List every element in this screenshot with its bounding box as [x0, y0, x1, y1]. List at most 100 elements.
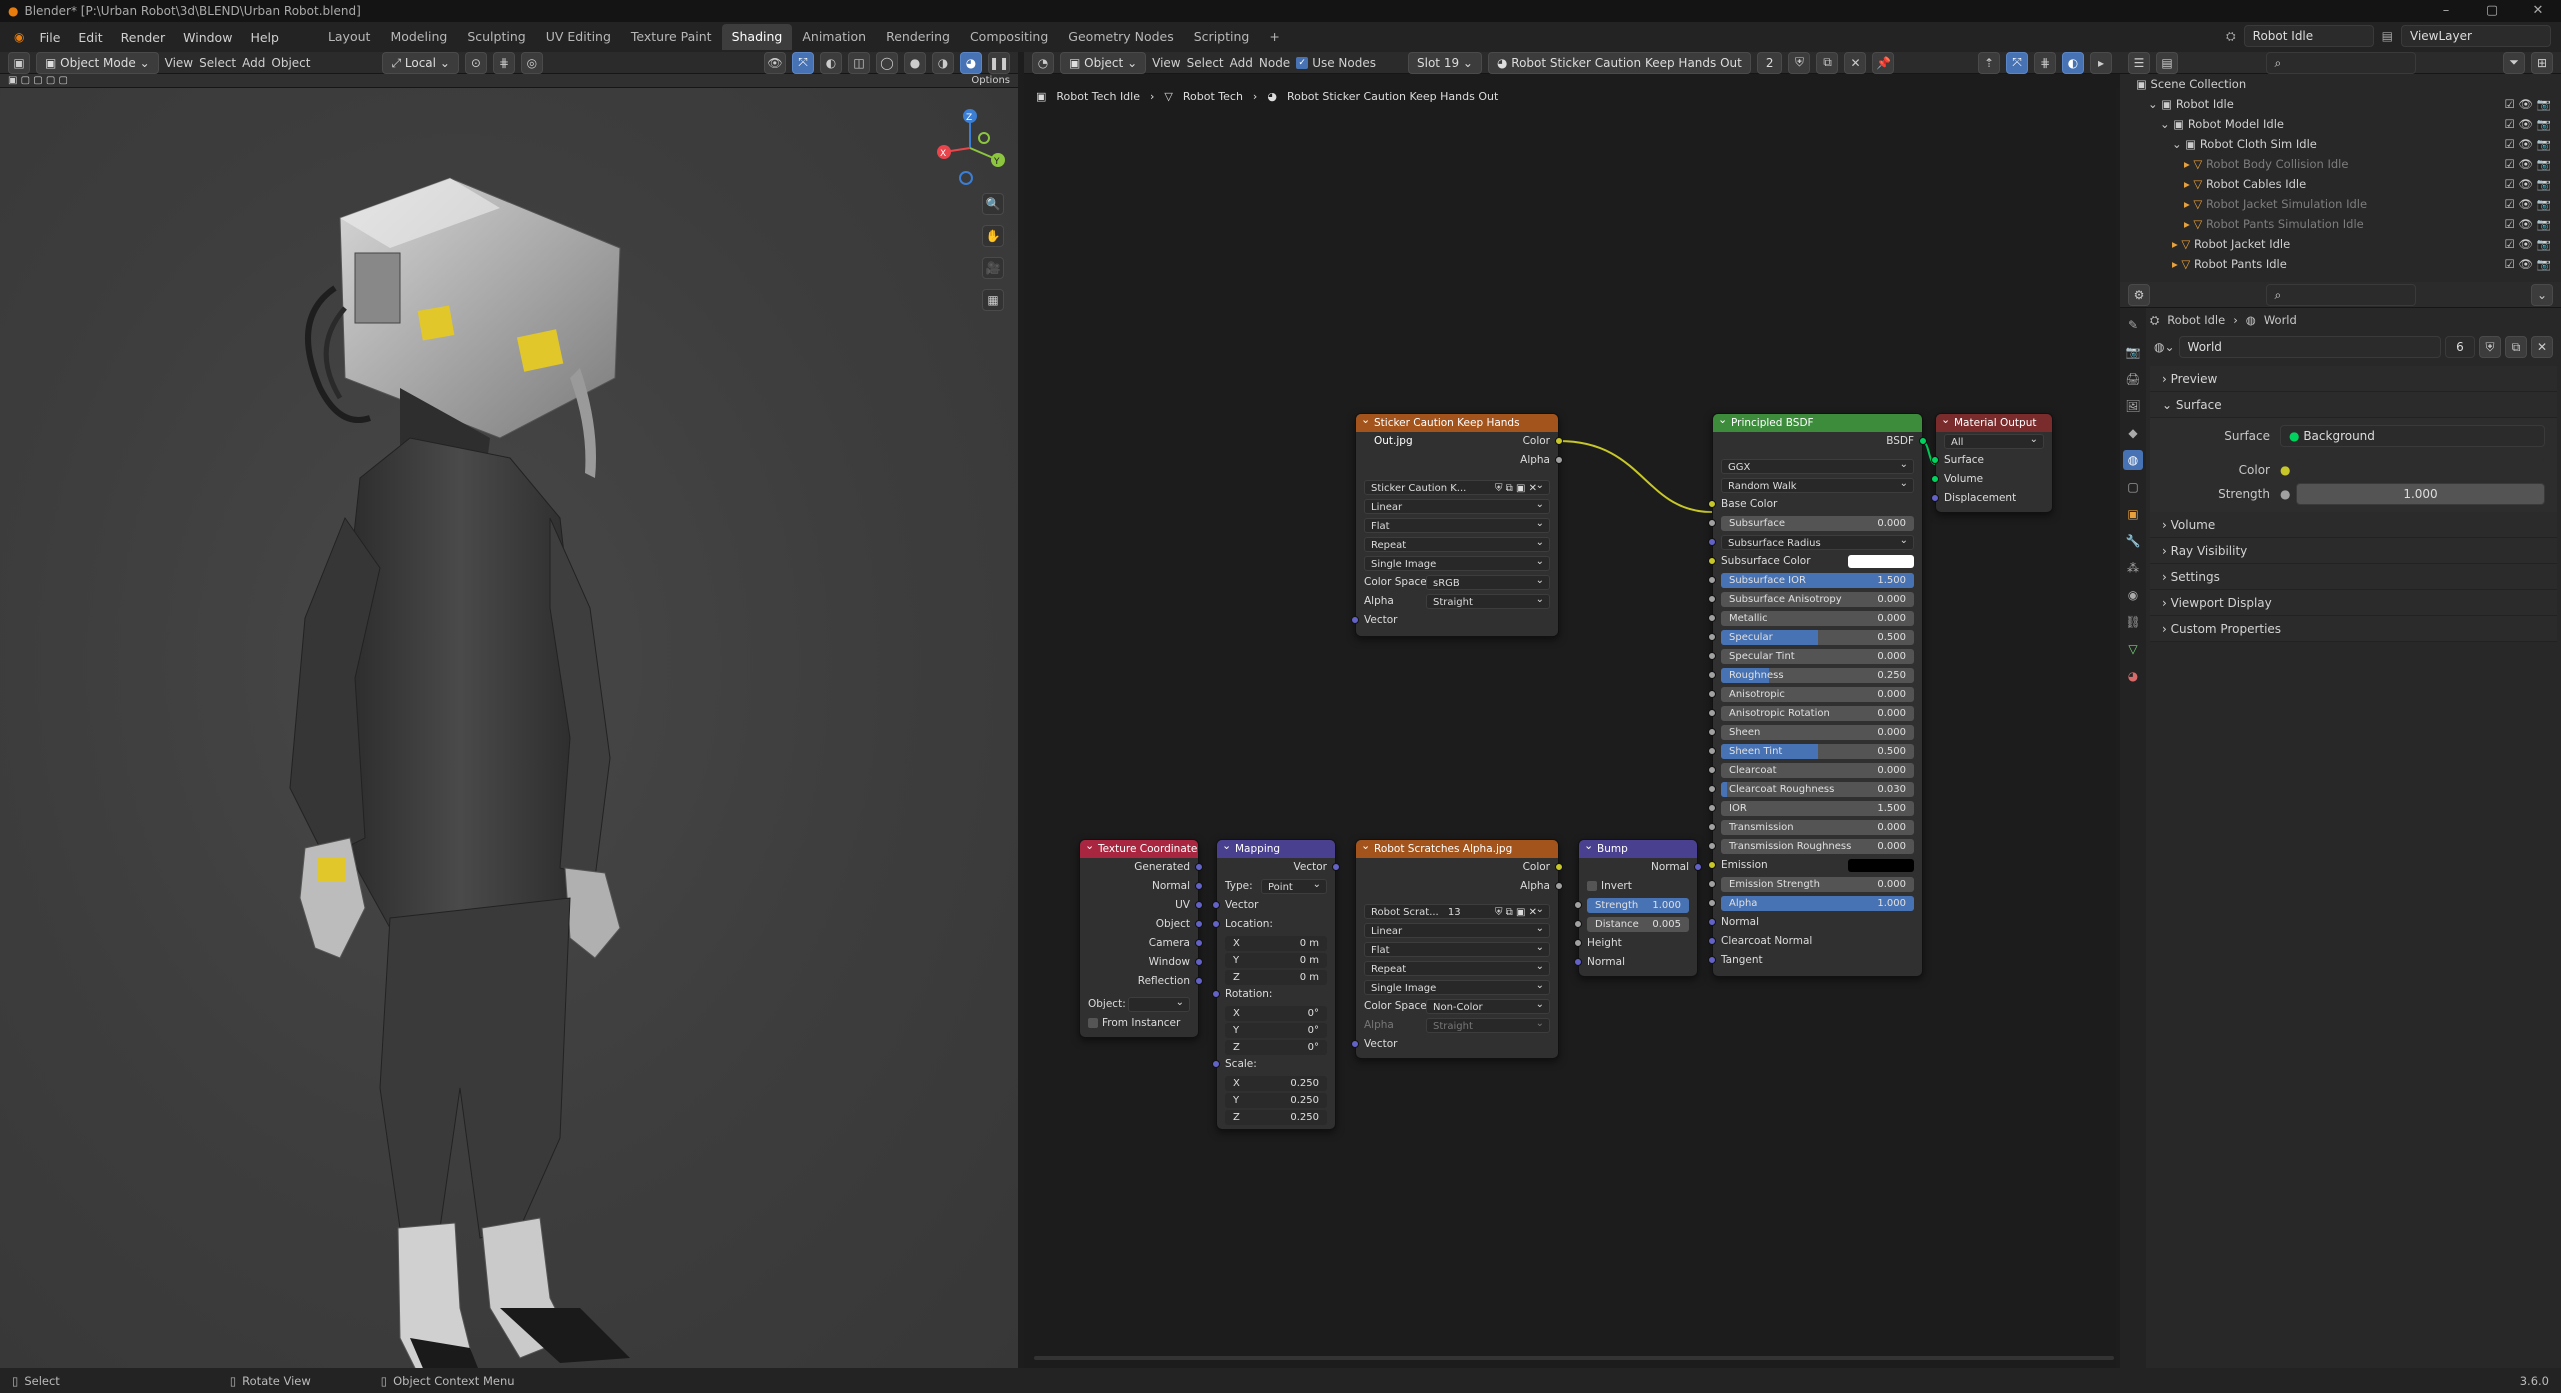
source-dropdown[interactable]: Single Image — [1356, 554, 1558, 573]
node-menu-node[interactable]: Node — [1259, 56, 1290, 70]
node-header[interactable]: Texture Coordinate — [1080, 837, 1198, 858]
bsdf-input-row[interactable]: Emission — [1708, 856, 1922, 875]
visibility-toggles[interactable]: ☑ 👁 📷 — [2504, 134, 2551, 154]
node-menu-view[interactable]: View — [1152, 56, 1180, 70]
bsdf-input-row[interactable]: Anisotropic 0.000 — [1708, 685, 1922, 704]
strength-field[interactable]: 1.000 — [2296, 483, 2545, 505]
extension-dropdown[interactable]: Repeat — [1356, 959, 1558, 978]
world-name-field[interactable]: World — [2178, 336, 2441, 358]
modifier-tab-icon[interactable]: 🔧 — [2123, 531, 2143, 551]
panel-viewport-display[interactable]: › Viewport Display — [2150, 590, 2557, 616]
node-header[interactable]: Mapping — [1217, 837, 1335, 858]
image-selector[interactable]: Sticker Caution K... ⛨ ⧉ ▣ ✕ — [1356, 478, 1558, 497]
horizontal-scrollbar[interactable] — [1034, 1356, 2114, 1360]
projection-dropdown[interactable]: Flat — [1356, 940, 1558, 959]
mapping-rotation-field[interactable]: Z 0° — [1217, 1038, 1335, 1055]
snap-icon[interactable]: ⋕ — [492, 51, 515, 74]
panel-preview[interactable]: › Preview — [2150, 366, 2557, 392]
bsdf-input-row[interactable]: Subsurface Radius — [1708, 533, 1922, 552]
alpha-dropdown[interactable]: Straight — [1426, 1016, 1550, 1033]
view-layer-selector[interactable]: ViewLayer — [2401, 25, 2551, 47]
node-menu-add[interactable]: Add — [1230, 56, 1253, 70]
tab-geometry-nodes[interactable]: Geometry Nodes — [1058, 24, 1183, 50]
outliner-item[interactable]: ▸ ▽ Robot Cables Idle ☑ 👁 📷 — [2120, 174, 2561, 194]
solid-shading-icon[interactable]: ● — [904, 51, 926, 74]
panel-ray-visibility[interactable]: › Ray Visibility — [2150, 538, 2557, 564]
visibility-toggles[interactable]: ☑ 👁 📷 — [2504, 114, 2551, 134]
visibility-toggles[interactable]: ☑ 👁 📷 — [2504, 234, 2551, 254]
outliner-item[interactable]: ⌄ ▣ Robot Idle ☑ 👁 📷 — [2120, 94, 2561, 114]
pin-icon[interactable]: 📌 — [1872, 51, 1895, 74]
outliner[interactable]: ▣ Scene Collection ⌄ ▣ Robot Idle ☑ 👁 📷 ⌄ … — [2120, 74, 2561, 282]
bsdf-input-row[interactable]: Specular Tint 0.000 — [1708, 647, 1922, 666]
editor-type-icon[interactable]: ⚙ — [2128, 283, 2150, 306]
add-workspace-icon[interactable]: + — [1259, 24, 1289, 50]
world-users-count[interactable]: 6 — [2445, 336, 2475, 358]
target-dropdown[interactable]: All — [1936, 432, 2052, 451]
outliner-item[interactable]: ▸ ▽ Robot Body Collision Idle ☑ 👁 📷 — [2120, 154, 2561, 174]
transform-orientation-selector[interactable]: ⤢ Local ⌄ — [382, 51, 459, 74]
node-mapping[interactable]: Mapping Vector Type: Point Vector Locatio… — [1212, 837, 1340, 1130]
scene-selector[interactable]: Robot Idle — [2243, 25, 2374, 47]
close-window-button[interactable]: ✕ — [2515, 0, 2561, 22]
viewport-menu-select[interactable]: Select — [199, 56, 236, 70]
unlink-world-icon[interactable]: ✕ — [2531, 336, 2553, 358]
bsdf-input-row[interactable]: Transmission 0.000 — [1708, 818, 1922, 837]
bsdf-input-row[interactable]: Clearcoat 0.000 — [1708, 761, 1922, 780]
maximize-button[interactable]: ▢ — [2469, 0, 2515, 22]
shader-node-editor[interactable]: ▣ Robot Tech Idle › ▽ Robot Tech › ◕ Rob… — [1024, 88, 2116, 1368]
mapping-rotation-field[interactable]: X 0° — [1217, 1004, 1335, 1021]
menu-render[interactable]: Render — [112, 30, 175, 45]
node-material-output[interactable]: Material Output All Surface Volume Displ… — [1931, 411, 2053, 513]
tab-modeling[interactable]: Modeling — [380, 24, 457, 50]
tab-sculpting[interactable]: Sculpting — [457, 24, 535, 50]
outliner-scene-collection[interactable]: ▣ Scene Collection — [2120, 74, 2561, 94]
filter-icon[interactable]: ⏷ — [2503, 51, 2525, 74]
editor-type-icon[interactable]: ▣ — [8, 51, 30, 74]
distribution-dropdown[interactable]: GGX — [1713, 457, 1922, 476]
view-layer-tab-icon[interactable]: 🖼 — [2123, 396, 2143, 416]
mapping-scale-field[interactable]: X 0.250 — [1217, 1074, 1335, 1091]
visibility-toggles[interactable]: ☑ 👁 📷 — [2504, 154, 2551, 174]
outliner-item[interactable]: ▸ ▽ Robot Pants Idle ☑ 👁 📷 — [2120, 254, 2561, 274]
output-tab-icon[interactable]: 🖨 — [2123, 369, 2143, 389]
material-tab-icon[interactable]: ◕ — [2123, 666, 2143, 686]
camera-view-icon[interactable]: 🎥 — [982, 257, 1004, 279]
menu-file[interactable]: File — [30, 30, 69, 45]
node-header[interactable]: Robot Scratches Alpha.jpg — [1356, 837, 1558, 858]
tab-uv-editing[interactable]: UV Editing — [536, 24, 621, 50]
node-texture-coordinate[interactable]: Texture Coordinate Generated Normal UV Obje… — [1079, 837, 1203, 1038]
constraints-tab-icon[interactable]: ⛓ — [2123, 612, 2143, 632]
overlay-nodes-icon[interactable]: ◐ — [2062, 51, 2084, 74]
minimize-button[interactable]: – — [2423, 0, 2469, 22]
snap-nodes-icon[interactable]: ⤧ — [2006, 51, 2028, 74]
mapping-location-field[interactable]: Y 0 m — [1217, 951, 1335, 968]
visibility-toggles[interactable]: ☑ 👁 📷 — [2504, 194, 2551, 214]
collapse-icon[interactable]: ⌄ — [2531, 283, 2553, 306]
tab-scripting[interactable]: Scripting — [1184, 24, 1260, 50]
parent-node-tree-icon[interactable]: ⇡ — [1978, 51, 2000, 74]
pause-render-icon[interactable]: ❚❚ — [988, 51, 1010, 74]
bsdf-input-row[interactable]: Transmission Roughness 0.000 — [1708, 837, 1922, 856]
interpolation-dropdown[interactable]: Linear — [1356, 497, 1558, 516]
color-swatch[interactable] — [1848, 859, 1914, 872]
projection-dropdown[interactable]: Flat — [1356, 516, 1558, 535]
outliner-item[interactable]: ▸ ▽ Robot Pants Simulation Idle ☑ 👁 📷 — [2120, 214, 2561, 234]
visibility-toggles[interactable]: ☑ 👁 📷 — [2504, 254, 2551, 274]
node-principled-bsdf[interactable]: Principled BSDF BSDF GGX Random Walk Bas… — [1708, 411, 1927, 977]
sidebar-toggle-icon[interactable]: ▸ — [2090, 51, 2112, 74]
mode-selector[interactable]: ▣ Object Mode ⌄ — [36, 51, 159, 74]
shader-type-selector[interactable]: ▣ Object ⌄ — [1060, 51, 1147, 74]
bsdf-input-row[interactable]: IOR 1.500 — [1708, 799, 1922, 818]
node-bump[interactable]: Bump Normal Invert Strength 1.000 Distanc… — [1574, 837, 1702, 977]
gizmo-icon[interactable]: ⤧ — [792, 51, 814, 74]
overlay-icon[interactable]: ◐ — [820, 51, 842, 74]
distance-slider[interactable]: Distance 0.005 — [1574, 915, 1697, 934]
use-nodes-checkbox[interactable]: ✓ Use Nodes — [1296, 56, 1376, 70]
node-menu-select[interactable]: Select — [1187, 56, 1224, 70]
color-space-dropdown[interactable]: Non-Color — [1426, 997, 1550, 1014]
rendered-shading-icon[interactable]: ◕ — [960, 51, 982, 74]
wireframe-shading-icon[interactable]: ◯ — [876, 51, 898, 74]
menu-help[interactable]: Help — [241, 30, 288, 45]
display-mode-icon[interactable]: ▤ — [2156, 51, 2178, 74]
